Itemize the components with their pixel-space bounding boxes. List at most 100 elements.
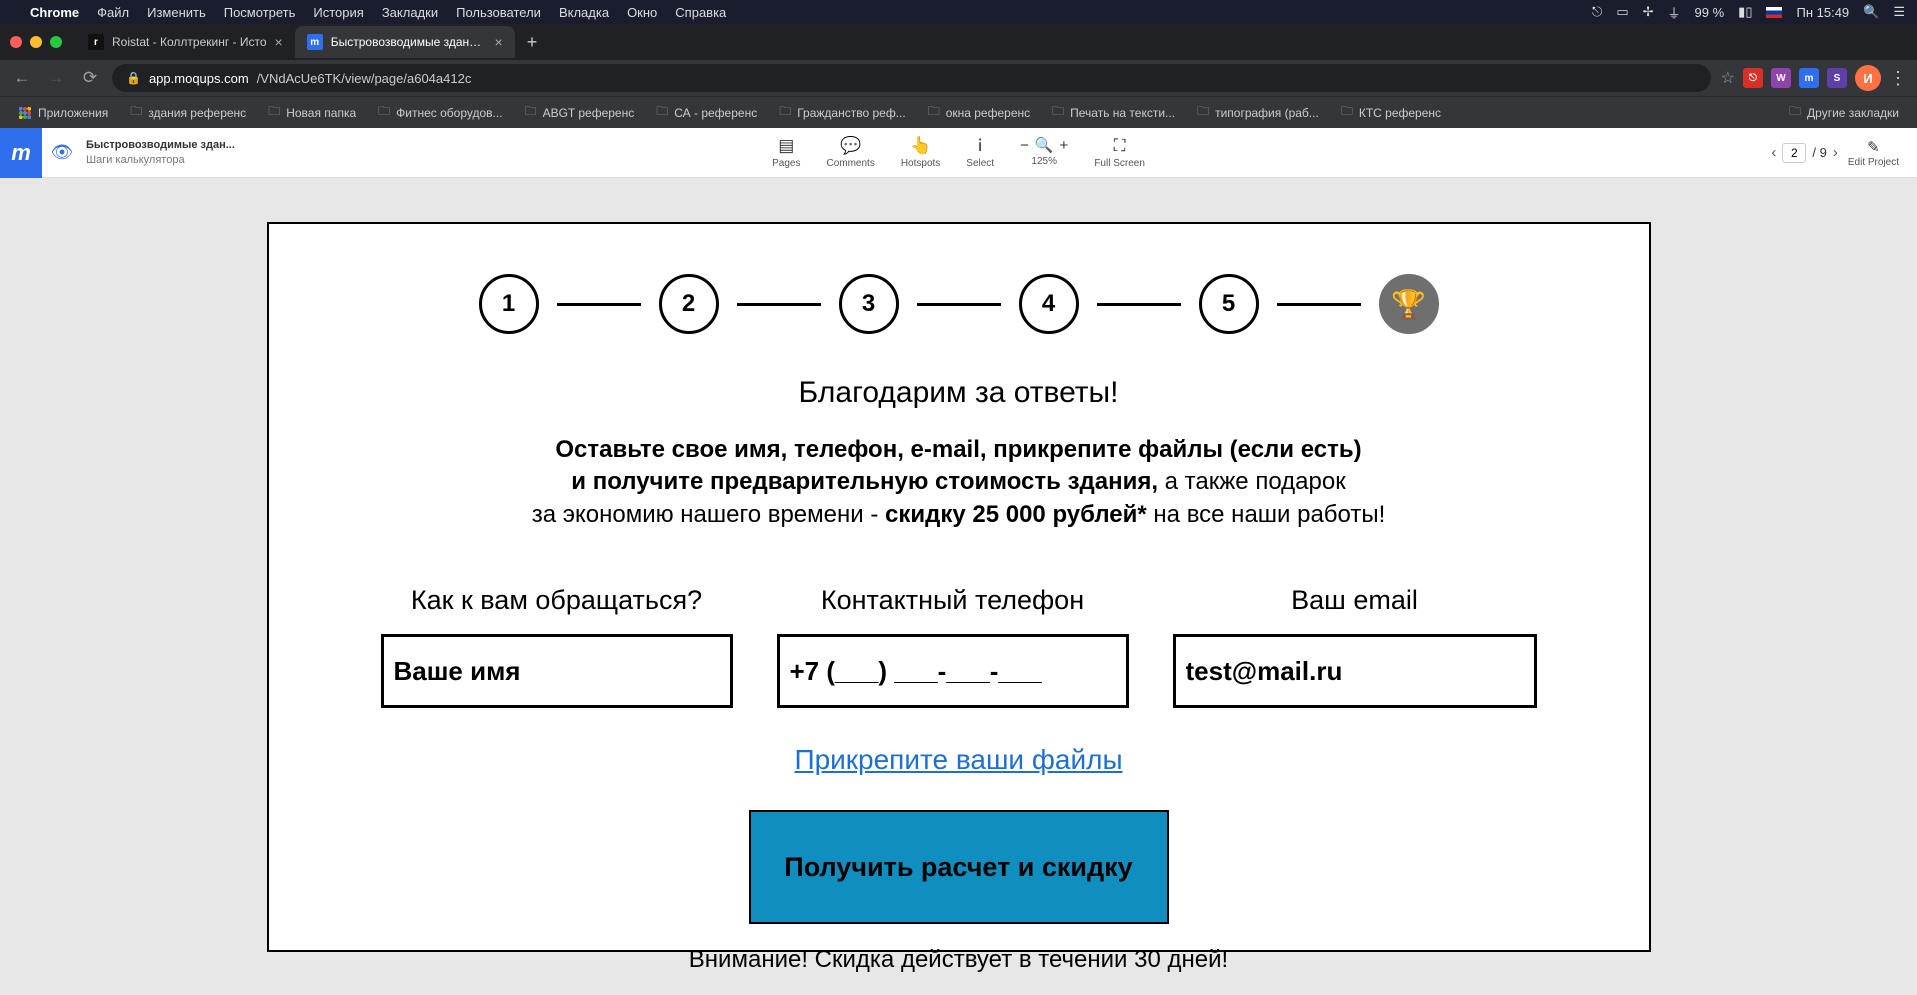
bookmark-folder[interactable]: 🗀здания референс bbox=[122, 98, 254, 127]
zoom-control[interactable]: −🔍 + 125% bbox=[1020, 136, 1068, 167]
wifi-icon[interactable]: ⏚ bbox=[1668, 3, 1681, 22]
browser-tab-strip: r Roistat - Коллтрекинг - Исто × m Быстр… bbox=[0, 24, 1917, 60]
fullscreen-icon: ⛶ bbox=[1114, 136, 1126, 156]
step-connector bbox=[737, 303, 821, 306]
mac-menu-item[interactable]: Посмотреть bbox=[224, 5, 296, 20]
attach-link[interactable]: Прикрепите ваши файлы bbox=[794, 744, 1122, 775]
star-icon[interactable]: ☆ bbox=[1721, 68, 1735, 88]
mac-menu-item[interactable]: Закладки bbox=[382, 5, 438, 20]
mac-menu-item[interactable]: Изменить bbox=[147, 5, 206, 20]
new-tab-button[interactable]: + bbox=[515, 32, 550, 53]
minimize-window-icon[interactable] bbox=[30, 36, 42, 48]
toolbar-label: Select bbox=[966, 158, 994, 169]
phone-field: Контактный телефон bbox=[777, 585, 1129, 708]
mac-menu-item[interactable]: Пользователи bbox=[456, 5, 541, 20]
project-info[interactable]: Быстровозводимые здан... Шаги калькулято… bbox=[82, 138, 235, 167]
folder-icon: 🗀 bbox=[525, 102, 537, 123]
headline: Благодарим за ответы! bbox=[269, 376, 1649, 410]
apps-bookmark[interactable]: Приложения bbox=[10, 102, 116, 124]
bookmark-folder[interactable]: 🗀окна референс bbox=[920, 98, 1038, 127]
extension-icon[interactable]: S bbox=[1827, 68, 1847, 88]
attach-files: Прикрепите ваши файлы bbox=[269, 744, 1649, 776]
browser-menu-icon[interactable]: ⋮ bbox=[1889, 68, 1907, 89]
preview-mode-icon[interactable]: 👁 bbox=[42, 142, 82, 163]
bookmarks-bar: Приложения 🗀здания референс 🗀Новая папка… bbox=[0, 96, 1917, 128]
next-page-button[interactable]: › bbox=[1833, 144, 1838, 161]
zoom-out-icon[interactable]: − bbox=[1020, 137, 1029, 154]
hotspots-button[interactable]: 👆Hotspots bbox=[901, 136, 940, 169]
bookmark-folder[interactable]: 🗀КТС референс bbox=[1333, 98, 1449, 127]
browser-tab-active[interactable]: m Быстровозводимые здания (К × bbox=[295, 26, 515, 58]
mac-menu-item[interactable]: Справка bbox=[675, 5, 726, 20]
profile-avatar[interactable]: И bbox=[1855, 65, 1881, 91]
toolbar-label: Hotspots bbox=[901, 158, 940, 169]
folder-icon: 🗀 bbox=[779, 102, 791, 123]
pages-button[interactable]: ▤Pages bbox=[772, 136, 800, 169]
back-button[interactable]: ← bbox=[10, 68, 34, 88]
other-bookmarks[interactable]: 🗀Другие закладки bbox=[1781, 98, 1907, 127]
url-domain: app.moqups.com bbox=[149, 71, 249, 86]
clock[interactable]: Пн 15:49 bbox=[1796, 5, 1849, 20]
phone-input[interactable] bbox=[777, 634, 1129, 708]
cast-icon[interactable]: ▭ bbox=[1616, 4, 1628, 20]
comments-button[interactable]: 💬Comments bbox=[826, 136, 874, 169]
app-logo[interactable]: m bbox=[0, 128, 42, 178]
mac-menu-item[interactable]: История bbox=[313, 5, 363, 20]
tab-title: Roistat - Коллтрекинг - Исто bbox=[112, 35, 267, 49]
bookmark-folder[interactable]: 🗀Фитнес оборудов... bbox=[370, 98, 510, 127]
folder-icon: 🗀 bbox=[1789, 102, 1801, 123]
reload-button[interactable]: ⟳ bbox=[78, 68, 102, 88]
close-window-icon[interactable] bbox=[10, 36, 22, 48]
close-tab-icon[interactable]: × bbox=[495, 34, 503, 50]
flag-ru-icon[interactable] bbox=[1766, 7, 1782, 18]
step-connector bbox=[917, 303, 1001, 306]
maximize-window-icon[interactable] bbox=[50, 36, 62, 48]
bluetooth-icon[interactable]: ✢ bbox=[1643, 4, 1654, 20]
browser-tab[interactable]: r Roistat - Коллтрекинг - Исто × bbox=[76, 26, 295, 58]
spotlight-icon[interactable]: 🔍 bbox=[1863, 4, 1879, 20]
menu-icon[interactable]: ☰ bbox=[1893, 4, 1905, 20]
bookmark-folder[interactable]: 🗀 Гражданство реф... bbox=[771, 98, 913, 127]
step-final-circle: 🏆 bbox=[1379, 274, 1439, 334]
folder-icon: 🗀 bbox=[928, 102, 940, 123]
bookmark-folder[interactable]: 🗀ABGT референс bbox=[517, 98, 643, 127]
bookmark-folder[interactable]: 🗀типография (раб... bbox=[1189, 98, 1327, 127]
page-current-input[interactable] bbox=[1782, 143, 1806, 163]
mac-menu-app[interactable]: Chrome bbox=[30, 5, 79, 20]
bookmark-folder[interactable]: 🗀СА - референс bbox=[648, 98, 765, 127]
battery-icon[interactable]: ▮▯ bbox=[1738, 4, 1752, 20]
zoom-in-icon[interactable]: + bbox=[1060, 137, 1069, 154]
bookmark-folder[interactable]: 🗀Печать на тексти... bbox=[1044, 98, 1183, 127]
folder-icon: 🗀 bbox=[1197, 102, 1209, 123]
extension-icon[interactable]: m bbox=[1799, 68, 1819, 88]
mac-menu-item[interactable]: Окно bbox=[627, 5, 657, 20]
window-controls[interactable] bbox=[10, 36, 62, 48]
select-button[interactable]: ᎥSelect bbox=[966, 136, 994, 169]
submit-button[interactable]: Получить расчет и скидку bbox=[749, 810, 1169, 924]
name-input[interactable] bbox=[381, 634, 733, 708]
folder-icon: 🗀 bbox=[268, 102, 280, 123]
zoom-search-icon[interactable]: 🔍 bbox=[1035, 136, 1054, 154]
tab-title: Быстровозводимые здания (К bbox=[331, 35, 487, 49]
fullscreen-button[interactable]: ⛶Full Screen bbox=[1094, 136, 1145, 169]
step-circle: 5 bbox=[1199, 274, 1259, 334]
extension-icon[interactable]: W bbox=[1771, 68, 1791, 88]
mac-menu-item[interactable]: Файл bbox=[97, 5, 129, 20]
prev-page-button[interactable]: ‹ bbox=[1771, 144, 1776, 161]
address-field[interactable]: 🔒 app.moqups.com/VNdAcUe6TK/view/page/a6… bbox=[112, 64, 1711, 92]
canvas-area[interactable]: 1 2 3 4 5 🏆 Благодарим за ответы! Оставь… bbox=[0, 178, 1917, 995]
bookmark-label: Гражданство реф... bbox=[797, 106, 905, 120]
zoom-level: 125% bbox=[1031, 156, 1057, 167]
folder-icon: 🗀 bbox=[378, 102, 390, 123]
notice-text: Внимание! Скидка действует в течении 30 … bbox=[269, 946, 1649, 974]
close-tab-icon[interactable]: × bbox=[275, 34, 283, 50]
status-icon[interactable]: ⎋ bbox=[1592, 4, 1602, 20]
mac-menu-item[interactable]: Вкладка bbox=[559, 5, 609, 20]
bookmark-folder[interactable]: 🗀Новая папка bbox=[260, 98, 364, 127]
toolbar-label: Pages bbox=[772, 158, 800, 169]
extension-icon[interactable]: ⎋ bbox=[1743, 68, 1763, 88]
project-title: Быстровозводимые здан... bbox=[86, 138, 235, 152]
edit-project-button[interactable]: ✎ Edit Project bbox=[1848, 138, 1899, 168]
subtext-bold: скидку 25 000 рублей* bbox=[885, 501, 1147, 528]
email-input[interactable] bbox=[1173, 634, 1537, 708]
